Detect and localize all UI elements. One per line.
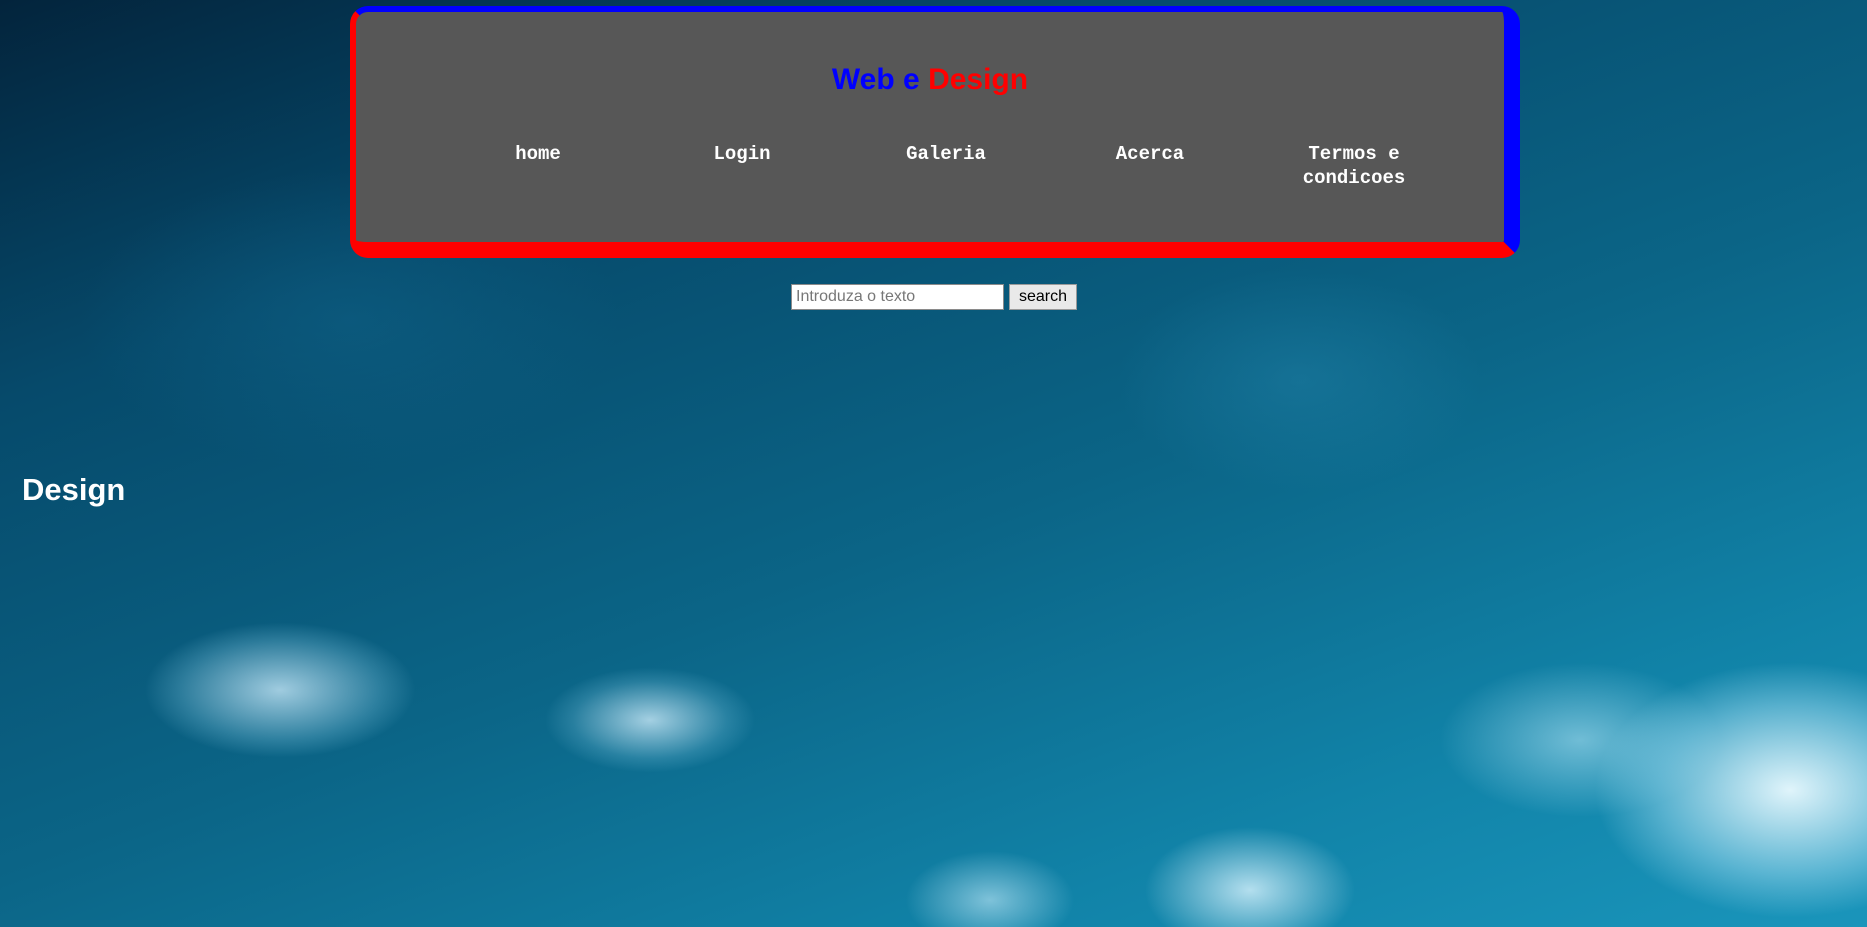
search-button[interactable]: search — [1009, 284, 1078, 310]
nav-item-home[interactable]: home — [436, 142, 640, 190]
nav-item-acerca-label: Acerca — [1115, 143, 1185, 165]
main-nav: home Login Galeria Acerca Termos e condi… — [436, 142, 1456, 190]
search-form: search — [791, 284, 1078, 310]
nav-item-termos-label: Termos e condicoes — [1302, 143, 1406, 189]
search-input[interactable] — [791, 284, 1004, 310]
section-heading: Design — [22, 472, 126, 507]
site-title: Web e Design — [356, 64, 1504, 96]
nav-item-home-label: home — [515, 143, 561, 165]
site-title-design: Design — [928, 63, 1029, 96]
page: { "header": { "title_part1": "Web e", "t… — [0, 0, 1867, 927]
site-title-web: Web e — [831, 63, 920, 96]
nav-item-login-label: Login — [713, 143, 771, 165]
nav-item-galeria[interactable]: Galeria — [844, 142, 1048, 190]
nav-item-galeria-label: Galeria — [906, 143, 986, 165]
nav-item-login[interactable]: Login — [640, 142, 844, 190]
nav-item-termos[interactable]: Termos e condicoes — [1252, 142, 1456, 190]
site-header: Web e Design home Login Galeria Acerca T… — [350, 6, 1520, 258]
nav-item-acerca[interactable]: Acerca — [1048, 142, 1252, 190]
